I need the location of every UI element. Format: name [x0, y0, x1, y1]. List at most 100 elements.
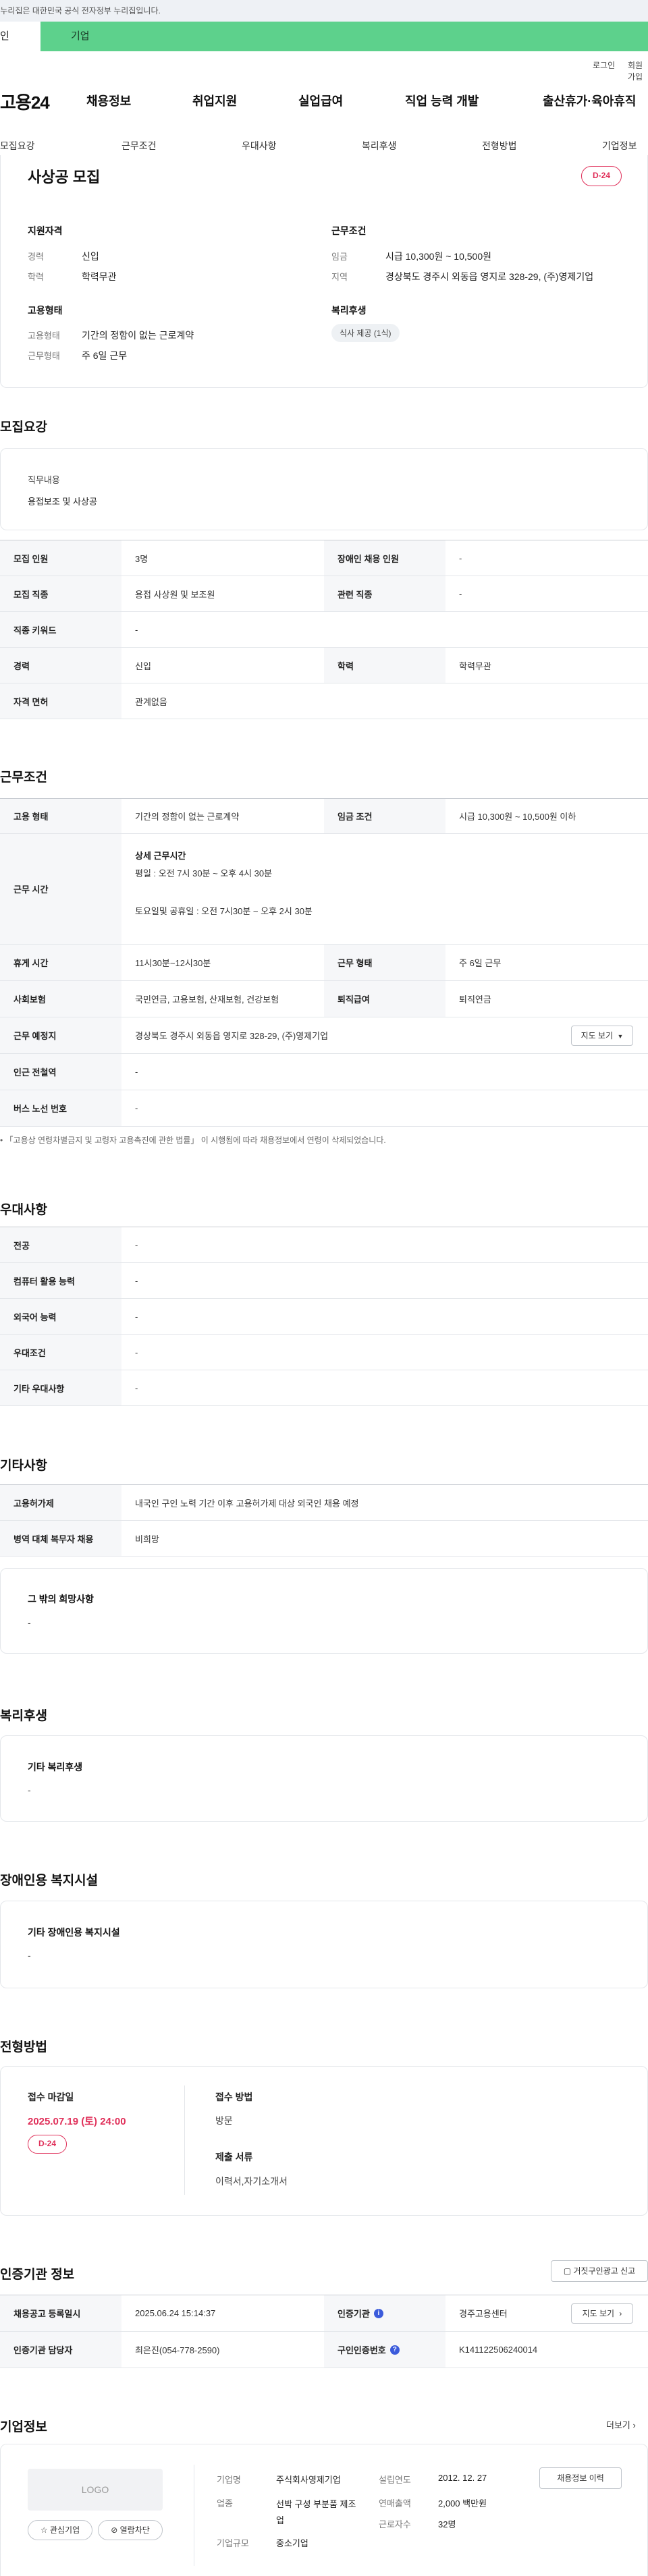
table-header: 우대조건	[0, 1335, 122, 1370]
table-header: 직종 키워드	[0, 612, 122, 647]
cond-value: 경상북도 경주시 외동읍 영지로 328-29, (주)영제기업	[385, 271, 594, 282]
etc-box: 그 밖의 희망사항 -	[0, 1568, 648, 1654]
section-tabs: 모집요강 근무조건 우대사항 복리후생 전형방법 기업정보	[0, 134, 648, 158]
cond-label: 지역	[331, 272, 348, 282]
tab-conditions[interactable]: 근무조건	[122, 139, 157, 152]
divider	[184, 2085, 185, 2195]
tab-company-info[interactable]: 기업정보	[602, 139, 637, 152]
disabled-box-title: 기타 장애인용 복지시설	[28, 1927, 120, 1938]
table-cell: 국민연금, 고용보험, 산재보험, 건강보험	[135, 995, 279, 1005]
welfare-box: 기타 복리후생 -	[0, 1735, 648, 1822]
emp-value: 기간의 정함이 없는 근로계약	[82, 330, 194, 341]
table-cell: -	[135, 1103, 138, 1113]
map-view-button[interactable]: 지도 보기 ▼	[571, 1026, 633, 1046]
tab-recruit[interactable]: 모집요강	[0, 139, 35, 152]
table-row: 사회보험 국민연금, 고용보험, 산재보험, 건강보험 퇴직급여 퇴직연금	[0, 981, 648, 1017]
gov-notice-bar: 이 누리집은 대한민국 공식 전자정부 누리집입니다.	[0, 0, 648, 22]
founded-label: 설립연도	[379, 2475, 411, 2485]
table-row: 모집 인원 3명 장애인 채용 인원 -	[0, 540, 648, 576]
table-cell: 시급 10,300원 ~ 10,500원 이하	[459, 812, 576, 822]
login-link[interactable]: 로그인	[593, 59, 615, 71]
table-cell: 경상북도 경주시 외동읍 영지로 328-29, (주)영제기업	[135, 1031, 329, 1041]
tab-company-label: 기업	[71, 30, 90, 42]
gnb-item-training[interactable]: 직업 능력 개발	[405, 92, 479, 109]
sales-label: 연매출액	[379, 2498, 411, 2509]
signup-link[interactable]: 회원가입	[628, 59, 648, 82]
table-row: 채용공고 등록일시 2025.06.24 15:14:37 인증기관 i 경주고용…	[0, 2295, 648, 2332]
recruit-heading: 모집요강	[0, 420, 47, 435]
gnb-item-support[interactable]: 취업지원	[192, 92, 237, 109]
gnb-item-jobs[interactable]: 채용정보	[86, 92, 131, 109]
block-view-button[interactable]: ⊘ 열람차단	[98, 2520, 163, 2540]
docs-value: 이력서,자기소개서	[215, 2176, 288, 2187]
etc-box-title: 그 밖의 희망사항	[28, 1594, 94, 1604]
global-nav: 고용24 채용정보 취업지원 실업급여 직업 능력 개발 출산휴가·육아휴직	[0, 89, 648, 116]
table-header: 인증기관 i	[324, 2295, 446, 2331]
table-header: 인근 전철역	[0, 1054, 122, 1090]
table-header: 모집 직종	[0, 576, 122, 611]
qual-value: 신입	[82, 251, 99, 262]
duty-box: 직무내용 용접보조 및 사상공	[0, 448, 648, 530]
table-cell: 2025.06.24 15:14:37	[135, 2308, 216, 2318]
table-row: 전공 -	[0, 1227, 648, 1263]
tab-welfare[interactable]: 복리후생	[362, 139, 397, 152]
chevron-down-icon: ▼	[617, 1033, 624, 1040]
tab-individual-label: 인	[0, 30, 9, 42]
table-cell: 기간의 정함이 없는 근로계약	[135, 812, 240, 822]
table-header: 기타 우대사항	[0, 1370, 122, 1405]
table-cell: 퇴직연금	[459, 995, 491, 1005]
gnb-item-benefit[interactable]: 실업급여	[298, 92, 343, 109]
tab-company[interactable]: 기업	[40, 22, 648, 51]
table-header: 근무 형태	[324, 945, 446, 980]
info-icon[interactable]: i	[373, 2308, 383, 2318]
table-row: 경력 신입 학력 학력무관	[0, 648, 648, 683]
report-icon: ▢	[563, 2266, 574, 2276]
gnb-item-leave[interactable]: 출산휴가·육아휴직	[543, 92, 636, 109]
false-ad-report-button[interactable]: ▢ 거짓구인광고 신고	[551, 2260, 648, 2282]
info-icon[interactable]: ?	[389, 2345, 400, 2355]
tab-individual[interactable]: 인	[0, 22, 40, 51]
hiring-history-button[interactable]: 채용정보 이력	[539, 2467, 622, 2489]
table-cell: 주 6일 근무	[459, 958, 502, 968]
table-cell: -	[135, 1311, 138, 1322]
favorite-company-button[interactable]: ☆ 관심기업	[28, 2520, 92, 2540]
work-heading: 근무조건	[0, 771, 47, 785]
process-box: 접수 마감일 2025.07.19 (토) 24:00 D-24 접수 방법 방…	[0, 2066, 648, 2216]
company-size-value: 중소기업	[276, 2538, 308, 2548]
table-cell: 신입	[135, 661, 151, 671]
table-row: 우대조건 -	[0, 1335, 648, 1370]
company-heading: 기업정보	[0, 2420, 47, 2434]
summary-card: 사상공 모집 D-24 지원자격 경력 신입 학력 학력무관 근무조건 임금 시…	[0, 155, 648, 388]
notice-bullet-icon: •	[0, 1136, 5, 1145]
agency-map-button[interactable]: 지도 보기 ›	[571, 2303, 633, 2324]
table-header: 임금 조건	[324, 799, 446, 833]
welfare-pill: 식사 제공 (1식)	[331, 324, 400, 342]
table-cell: -	[135, 1275, 138, 1286]
conditions-heading: 근무조건	[331, 225, 367, 236]
table-cell: -	[135, 1239, 138, 1250]
deadline-label: 접수 마감일	[28, 2092, 74, 2102]
employment-heading: 고용형태	[28, 305, 63, 316]
employees-value: 32명	[438, 2519, 456, 2529]
table-row: 자격 면허 관계없음	[0, 683, 648, 719]
company-more-link[interactable]: 더보기 ›	[606, 2418, 636, 2431]
table-cell: 경주고용센터	[459, 2309, 508, 2319]
table-cell: -	[135, 1067, 138, 1077]
chevron-right-icon: ›	[619, 2309, 622, 2318]
table-row: 직종 키워드 -	[0, 612, 648, 648]
job-title: 사상공 모집	[28, 169, 101, 186]
qual-label: 학력	[28, 272, 44, 282]
table-header: 학력	[324, 648, 446, 683]
table-cell: 11시30분~12시30분	[135, 958, 211, 968]
table-cell: 3명	[135, 553, 148, 564]
company-name-label: 기업명	[217, 2475, 241, 2485]
docs-label: 제출 서류	[215, 2152, 253, 2162]
tab-process[interactable]: 전형방법	[482, 139, 517, 152]
table-row: 휴게 시간 11시30분~12시30분 근무 형태 주 6일 근무	[0, 945, 648, 981]
tab-preferences[interactable]: 우대사항	[242, 139, 277, 152]
table-row: 외국어 능력 -	[0, 1299, 648, 1335]
member-type-tabs: 인 기업	[0, 22, 648, 51]
table-cell: K141122506240014	[459, 2345, 538, 2355]
table-header: 고용허가제	[0, 1485, 122, 1520]
site-logo[interactable]: 고용24	[0, 89, 50, 114]
